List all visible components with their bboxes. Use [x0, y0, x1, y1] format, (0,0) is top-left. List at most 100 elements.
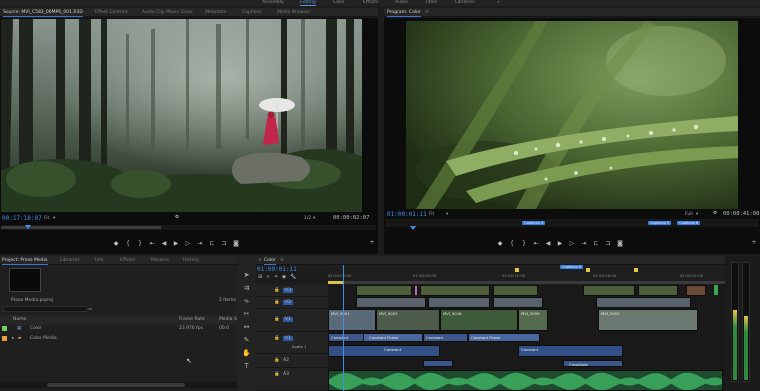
go-to-in-icon[interactable]: ⇤: [532, 240, 540, 247]
track-header-v3[interactable]: 🔒 V3: [256, 285, 328, 297]
overwrite-icon[interactable]: ⊐: [220, 240, 228, 247]
video-clip[interactable]: [583, 285, 635, 296]
hand-tool-icon[interactable]: ✋: [242, 349, 251, 358]
disclosure-triangle-icon[interactable]: ▸: [12, 334, 14, 344]
workspace-audio[interactable]: Audio: [395, 0, 408, 6]
slip-tool-icon[interactable]: ↔: [242, 323, 251, 332]
close-icon[interactable]: ×: [258, 256, 262, 265]
marker-icon[interactable]: ◆: [496, 240, 504, 247]
tab-media-browser[interactable]: Media Browser: [277, 8, 310, 17]
video-clip[interactable]: MVI_5003: [598, 309, 698, 331]
camera-icon[interactable]: ◙: [232, 240, 240, 247]
new-bin-icon[interactable]: ▭: [88, 307, 92, 312]
mark-in-icon[interactable]: {: [508, 240, 516, 247]
workspace-libraries[interactable]: Libraries: [455, 0, 474, 6]
video-clip[interactable]: [356, 297, 426, 308]
track-label-a1[interactable]: A1: [283, 336, 293, 341]
tab-program[interactable]: Program: Color: [387, 8, 421, 17]
workspace-titles[interactable]: Titles: [425, 0, 437, 6]
tab-effect-controls[interactable]: Effect Controls: [95, 8, 128, 17]
step-forward-icon[interactable]: ▷: [568, 240, 576, 247]
track-header-a3[interactable]: 🔒 A3: [256, 368, 328, 391]
timeline-ruler[interactable]: 01:00:00:00 01:00:05:00 01:00:11:00 01:0…: [328, 265, 725, 284]
razor-tool-icon[interactable]: ✂: [242, 310, 251, 319]
step-back-icon[interactable]: ◀: [160, 240, 168, 247]
track-label-v2[interactable]: V2: [283, 300, 293, 305]
source-playhead[interactable]: [25, 225, 31, 229]
track-label-v3[interactable]: V3: [283, 288, 293, 293]
audio-clip[interactable]: Constant: [423, 333, 468, 342]
marker-icon[interactable]: ◆: [112, 240, 120, 247]
source-timecode[interactable]: 00:17:18:07: [2, 215, 42, 222]
track-select-tool-icon[interactable]: ⇉: [242, 284, 251, 293]
track-header-a1[interactable]: 🔒 A1 Audio 1: [256, 332, 328, 354]
program-timecode[interactable]: 01:00:01:11: [387, 211, 427, 218]
caption-marker[interactable]: Captions 5: [648, 221, 672, 225]
mark-in-icon[interactable]: {: [124, 240, 132, 247]
audio-waveform-clip[interactable]: [328, 370, 723, 391]
lock-icon[interactable]: 🔒: [274, 288, 280, 293]
source-scrub-bar[interactable]: [1, 225, 376, 230]
workspace-color[interactable]: Color: [333, 0, 345, 6]
tab-audio-clip-mixer[interactable]: Audio Clip Mixer: Color: [142, 8, 193, 17]
extract-icon[interactable]: ⊐: [604, 240, 612, 247]
snap-icon[interactable]: ∩: [266, 274, 270, 280]
tab-metadata[interactable]: Metadata: [205, 8, 226, 17]
pen-tool-icon[interactable]: ✎: [242, 336, 251, 345]
add-marker-icon[interactable]: ◆: [282, 274, 286, 280]
video-clip[interactable]: [414, 285, 418, 296]
tab-effects[interactable]: Effects: [120, 256, 135, 265]
lock-icon[interactable]: 🔒: [274, 358, 280, 363]
program-fit-dropdown[interactable]: Fit: [429, 212, 434, 217]
audio-clip[interactable]: Constant Power: [468, 333, 540, 342]
project-search-input[interactable]: [3, 306, 87, 312]
track-header-v1[interactable]: 🔒 V1: [256, 309, 328, 332]
camera-icon[interactable]: ◙: [616, 240, 624, 247]
video-clip[interactable]: MVI_5001: [328, 309, 376, 331]
workspace-editing[interactable]: Editing: [300, 0, 316, 6]
program-playhead[interactable]: [410, 226, 416, 230]
video-clip[interactable]: MVI_5002: [376, 309, 440, 331]
play-icon[interactable]: ▶: [556, 240, 564, 247]
type-tool-icon[interactable]: T: [242, 362, 251, 371]
track-label-v1[interactable]: V1: [283, 317, 293, 322]
workspace-assembly[interactable]: Assembly: [262, 0, 284, 6]
mark-out-icon[interactable]: }: [136, 240, 144, 247]
step-back-icon[interactable]: ◀: [544, 240, 552, 247]
mark-out-icon[interactable]: }: [520, 240, 528, 247]
video-clip[interactable]: [686, 285, 706, 296]
wrench-icon[interactable]: ⚙: [175, 215, 179, 220]
panel-menu-icon[interactable]: ≡: [280, 256, 284, 265]
video-clip[interactable]: MVI_5016: [440, 309, 518, 331]
track-label-a2[interactable]: A2: [283, 358, 289, 363]
caption-marker[interactable]: Captions 6: [560, 265, 584, 269]
video-clip[interactable]: [420, 285, 490, 296]
go-to-in-icon[interactable]: ⇤: [148, 240, 156, 247]
list-item[interactable]: ▸ ▰ Color Media: [0, 334, 237, 344]
program-ratio-dropdown[interactable]: Full: [685, 212, 693, 217]
caption-marker[interactable]: Captions 3: [522, 221, 546, 225]
video-clip[interactable]: [493, 285, 538, 296]
audio-clip[interactable]: Constant: [518, 345, 623, 357]
video-clip[interactable]: [638, 285, 678, 296]
tab-timeline-color[interactable]: Color: [264, 256, 276, 265]
video-clip[interactable]: [356, 285, 412, 296]
insert-icon[interactable]: ⊏: [208, 240, 216, 247]
add-button-icon[interactable]: +: [750, 239, 758, 246]
play-icon[interactable]: ▶: [172, 240, 180, 247]
project-scrollbar[interactable]: [0, 382, 237, 388]
tab-project[interactable]: Project: Prose Media: [2, 256, 48, 265]
go-to-out-icon[interactable]: ⇥: [196, 240, 204, 247]
timeline-timecode[interactable]: 01:00:01:11: [257, 266, 297, 273]
panel-menu-icon[interactable]: ≡: [425, 8, 429, 17]
tab-info[interactable]: Info: [95, 256, 104, 265]
audio-clip[interactable]: [423, 360, 453, 367]
tab-history[interactable]: History: [183, 256, 199, 265]
source-fit-dropdown[interactable]: Fit: [44, 216, 49, 221]
tab-captions[interactable]: Captions: [242, 8, 262, 17]
go-to-out-icon[interactable]: ⇥: [580, 240, 588, 247]
lock-icon[interactable]: 🔒: [274, 336, 280, 341]
ripple-edit-tool-icon[interactable]: ⟛: [242, 297, 251, 306]
audio-clip[interactable]: Constant Power: [363, 333, 423, 342]
video-clip[interactable]: MVI_5009: [518, 309, 548, 331]
